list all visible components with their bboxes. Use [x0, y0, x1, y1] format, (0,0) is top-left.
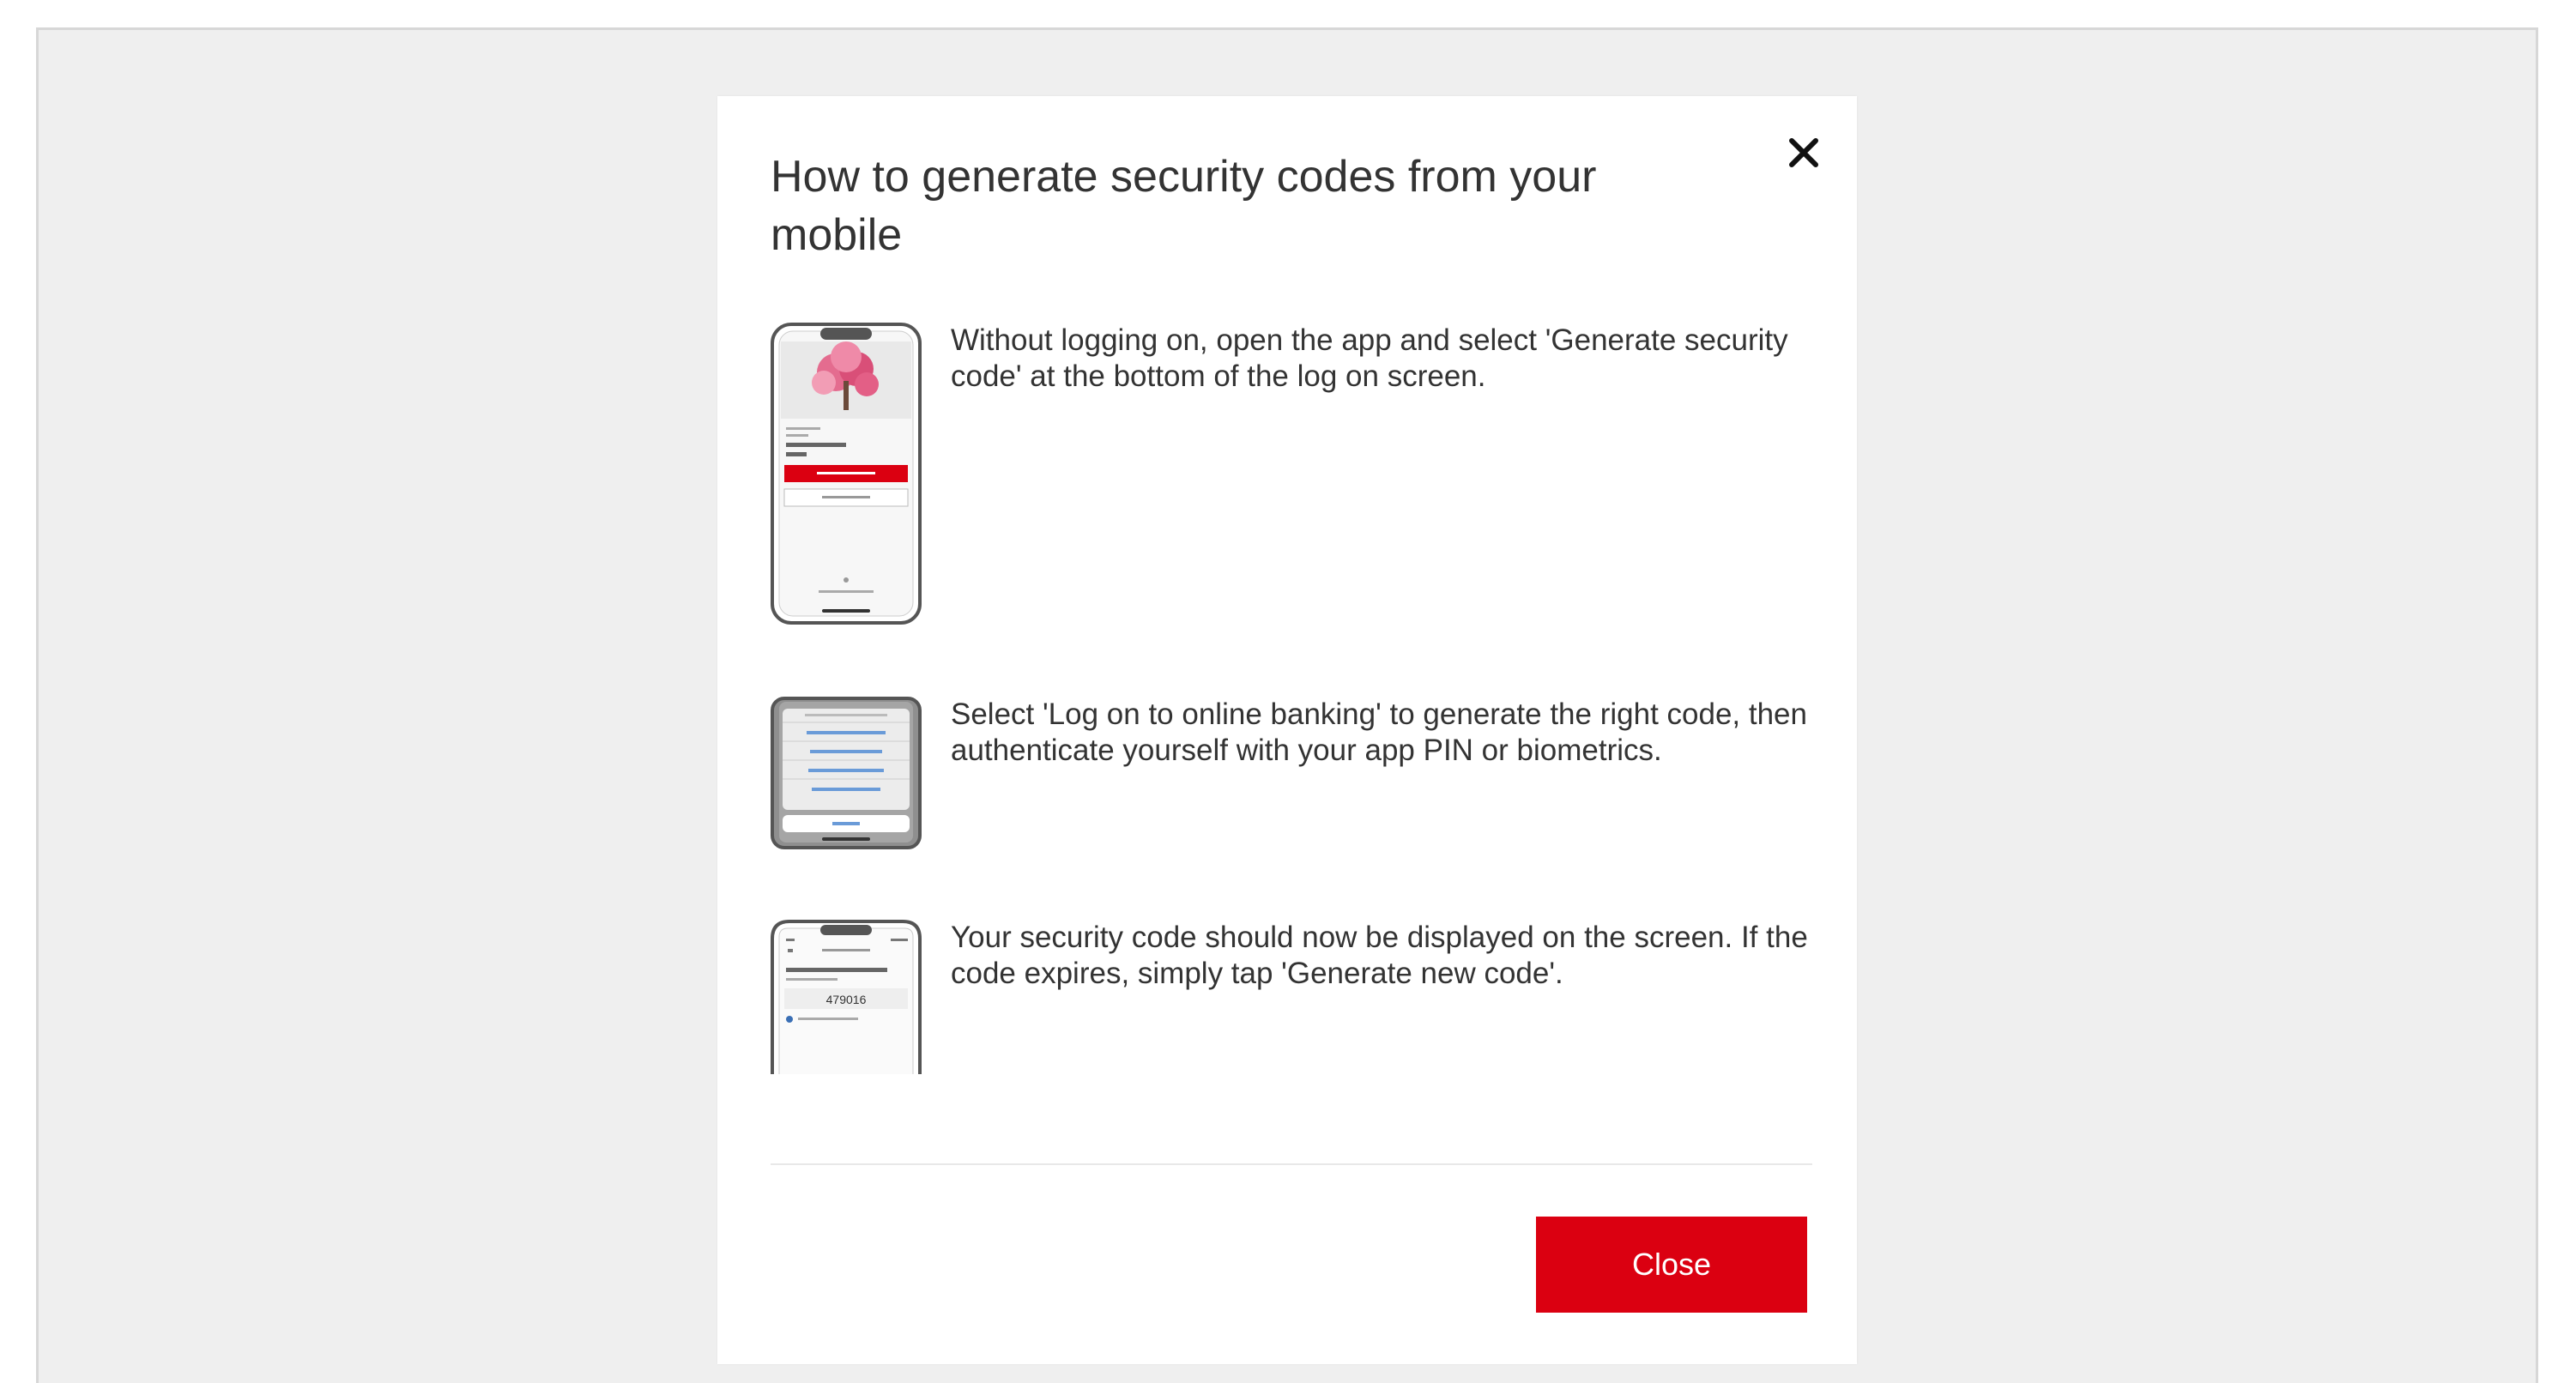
step-3: 479016 Your security code should now be … — [771, 920, 1809, 1091]
step-1-text: Without logging on, open the app and sel… — [951, 323, 1788, 393]
footer-divider — [771, 1163, 1812, 1165]
phone-menu-screen-icon — [771, 697, 922, 855]
phone-code-screen-icon: 479016 — [771, 920, 922, 1078]
step-2-text: Select 'Log on to online banking' to gen… — [951, 698, 1807, 767]
step-3-text: Your security code should now be display… — [951, 921, 1808, 990]
close-button[interactable]: Close — [1536, 1217, 1807, 1313]
security-code-modal: How to generate security codes from your… — [717, 96, 1857, 1364]
phone-login-screen-icon — [771, 323, 922, 629]
close-icon — [1789, 138, 1818, 167]
sample-code-text: 479016 — [826, 993, 867, 1006]
modal-title: How to generate security codes from your… — [771, 152, 1597, 260]
step-2: Select 'Log on to online banking' to gen… — [771, 697, 1809, 851]
step-1: Without logging on, open the app and sel… — [771, 323, 1809, 631]
modal-close-x-button[interactable] — [1781, 130, 1826, 175]
